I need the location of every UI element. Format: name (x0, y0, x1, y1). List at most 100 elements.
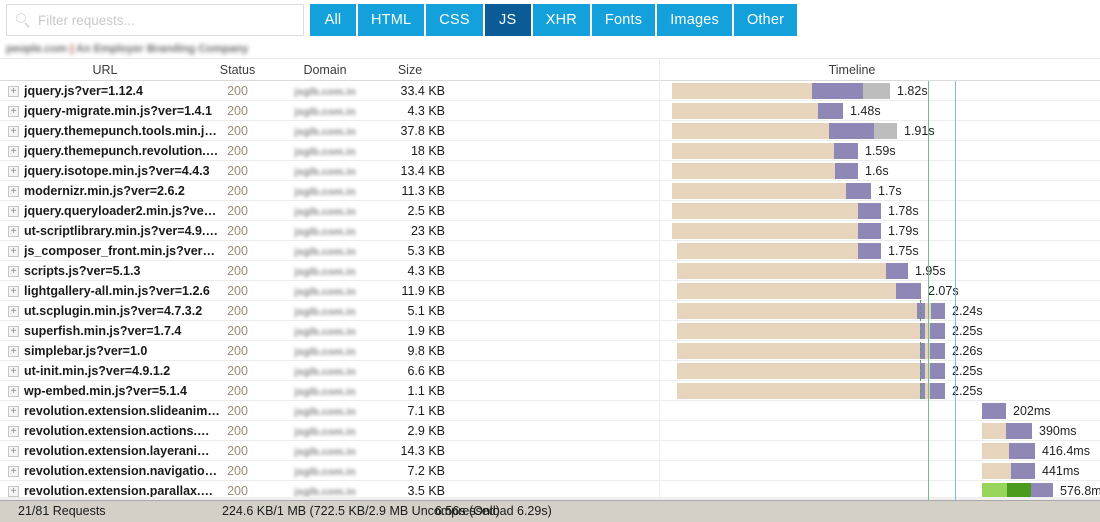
table-row[interactable]: +revolution.extension.layeranimat...200j… (0, 441, 1100, 461)
table-row[interactable]: +ut-scriptlibrary.min.js?ver=4.9.1.2200j… (0, 221, 1100, 241)
table-row[interactable]: +revolution.extension.slideanims....200j… (0, 401, 1100, 421)
cell-url[interactable]: jquery.themepunch.revolution.mi... (24, 141, 220, 161)
timeline-bar[interactable] (677, 243, 881, 259)
column-header-domain[interactable]: Domain (275, 63, 375, 77)
timeline-bar[interactable] (672, 183, 871, 199)
table-row[interactable]: +superfish.min.js?ver=1.7.4200jsglb.com.… (0, 321, 1100, 341)
cell-url[interactable]: ut.scplugin.min.js?ver=4.7.3.2 (24, 301, 220, 321)
table-row[interactable]: +js_composer_front.min.js?ver=5.6200jsgl… (0, 241, 1100, 261)
timeline-bar[interactable] (982, 443, 1035, 459)
cell-url[interactable]: lightgallery-all.min.js?ver=1.2.6 (24, 281, 220, 301)
expand-row-icon[interactable]: + (8, 306, 19, 317)
cell-url[interactable]: wp-embed.min.js?ver=5.1.4 (24, 381, 220, 401)
table-row[interactable]: +revolution.extension.navigation....200j… (0, 461, 1100, 481)
timeline-bar[interactable] (672, 103, 843, 119)
table-row[interactable]: +jquery.queryloader2.min.js?ver=...200js… (0, 201, 1100, 221)
filter-button-fonts[interactable]: Fonts (592, 4, 655, 36)
expand-row-icon[interactable]: + (8, 486, 19, 497)
cell-url[interactable]: js_composer_front.min.js?ver=5.6 (24, 241, 220, 261)
timeline-bar[interactable] (672, 163, 858, 179)
expand-row-icon[interactable]: + (8, 246, 19, 257)
expand-row-icon[interactable]: + (8, 166, 19, 177)
cell-url[interactable]: revolution.extension.layeranimat... (24, 441, 220, 461)
table-row[interactable]: +revolution.extension.actions.min...200j… (0, 421, 1100, 441)
filter-button-all[interactable]: All (310, 4, 356, 36)
cell-url[interactable]: jquery.js?ver=1.12.4 (24, 81, 220, 101)
column-header-timeline[interactable]: Timeline (672, 63, 1032, 77)
search-input[interactable] (38, 13, 288, 28)
expand-row-icon[interactable]: + (8, 106, 19, 117)
timeline-bar[interactable] (677, 323, 945, 339)
cell-url[interactable]: ut-scriptlibrary.min.js?ver=4.9.1.2 (24, 221, 220, 241)
table-row[interactable]: +jquery.themepunch.revolution.mi...200js… (0, 141, 1100, 161)
table-row[interactable]: +simplebar.js?ver=1.0200jsglb.com.in9.8 … (0, 341, 1100, 361)
timeline-bar[interactable] (677, 343, 945, 359)
filter-button-other[interactable]: Other (734, 4, 797, 36)
expand-row-icon[interactable]: + (8, 286, 19, 297)
cell-status: 200 (205, 181, 270, 201)
filter-button-images[interactable]: Images (657, 4, 732, 36)
table-row[interactable]: +wp-embed.min.js?ver=5.1.4200jsglb.com.i… (0, 381, 1100, 401)
filter-button-css[interactable]: CSS (426, 4, 482, 36)
expand-row-icon[interactable]: + (8, 86, 19, 97)
expand-row-icon[interactable]: + (8, 186, 19, 197)
expand-row-icon[interactable]: + (8, 446, 19, 457)
expand-row-icon[interactable]: + (8, 426, 19, 437)
column-header-url[interactable]: URL (0, 63, 210, 77)
timeline-bar[interactable] (982, 403, 1006, 419)
filter-requests-field[interactable] (6, 4, 304, 36)
expand-row-icon[interactable]: + (8, 206, 19, 217)
cell-url[interactable]: ut-init.min.js?ver=4.9.1.2 (24, 361, 220, 381)
cell-url[interactable]: revolution.extension.navigation.... (24, 461, 220, 481)
timeline-bar[interactable] (672, 83, 890, 99)
timeline-bar[interactable] (982, 423, 1032, 439)
cell-url[interactable]: jquery.themepunch.tools.min.js?... (24, 121, 220, 141)
expand-row-icon[interactable]: + (8, 226, 19, 237)
cell-url[interactable]: simplebar.js?ver=1.0 (24, 341, 220, 361)
timeline-segment-dl (858, 243, 881, 259)
column-header-size[interactable]: Size (375, 63, 445, 77)
timeline-bar[interactable] (982, 463, 1035, 479)
table-row[interactable]: +jquery.js?ver=1.12.4200jsglb.com.in33.4… (0, 81, 1100, 101)
timeline-bar[interactable] (677, 263, 908, 279)
timeline-bar[interactable] (677, 283, 921, 299)
cell-url[interactable]: scripts.js?ver=5.1.3 (24, 261, 220, 281)
filter-button-html[interactable]: HTML (358, 4, 424, 36)
cell-url[interactable]: revolution.extension.actions.min... (24, 421, 220, 441)
table-row[interactable]: +scripts.js?ver=5.1.3200jsglb.com.in4.3 … (0, 261, 1100, 281)
table-row[interactable]: +lightgallery-all.min.js?ver=1.2.6200jsg… (0, 281, 1100, 301)
timeline-bar[interactable] (677, 303, 945, 319)
column-header-status[interactable]: Status (205, 63, 270, 77)
timeline-bar[interactable] (672, 143, 858, 159)
table-row[interactable]: +jquery-migrate.min.js?ver=1.4.1200jsglb… (0, 101, 1100, 121)
cell-url[interactable]: superfish.min.js?ver=1.7.4 (24, 321, 220, 341)
cell-url[interactable]: jquery.isotope.min.js?ver=4.4.3 (24, 161, 220, 181)
expand-row-icon[interactable]: + (8, 386, 19, 397)
expand-row-icon[interactable]: + (8, 126, 19, 137)
cell-url[interactable]: revolution.extension.slideanims.... (24, 401, 220, 421)
expand-row-icon[interactable]: + (8, 346, 19, 357)
timeline-bar[interactable] (672, 203, 881, 219)
table-row[interactable]: +modernizr.min.js?ver=2.6.2200jsglb.com.… (0, 181, 1100, 201)
expand-row-icon[interactable]: + (8, 266, 19, 277)
table-row[interactable]: +jquery.themepunch.tools.min.js?...200js… (0, 121, 1100, 141)
expand-row-icon[interactable]: + (8, 366, 19, 377)
expand-row-icon[interactable]: + (8, 146, 19, 157)
request-list[interactable]: +jquery.js?ver=1.12.4200jsglb.com.in33.4… (0, 81, 1100, 500)
cell-url[interactable]: jquery.queryloader2.min.js?ver=... (24, 201, 220, 221)
filter-button-xhr[interactable]: XHR (533, 4, 590, 36)
cell-size: 23 KB (360, 221, 445, 241)
filter-button-js[interactable]: JS (485, 4, 531, 36)
cell-url[interactable]: jquery-migrate.min.js?ver=1.4.1 (24, 101, 220, 121)
timeline-bar[interactable] (677, 383, 945, 399)
expand-row-icon[interactable]: + (8, 326, 19, 337)
table-row[interactable]: +jquery.isotope.min.js?ver=4.4.3200jsglb… (0, 161, 1100, 181)
timeline-bar[interactable] (672, 123, 897, 139)
cell-url[interactable]: modernizr.min.js?ver=2.6.2 (24, 181, 220, 201)
table-row[interactable]: +ut-init.min.js?ver=4.9.1.2200jsglb.com.… (0, 361, 1100, 381)
expand-row-icon[interactable]: + (8, 466, 19, 477)
timeline-bar[interactable] (677, 363, 945, 379)
timeline-bar[interactable] (672, 223, 881, 239)
table-row[interactable]: +ut.scplugin.min.js?ver=4.7.3.2200jsglb.… (0, 301, 1100, 321)
expand-row-icon[interactable]: + (8, 406, 19, 417)
